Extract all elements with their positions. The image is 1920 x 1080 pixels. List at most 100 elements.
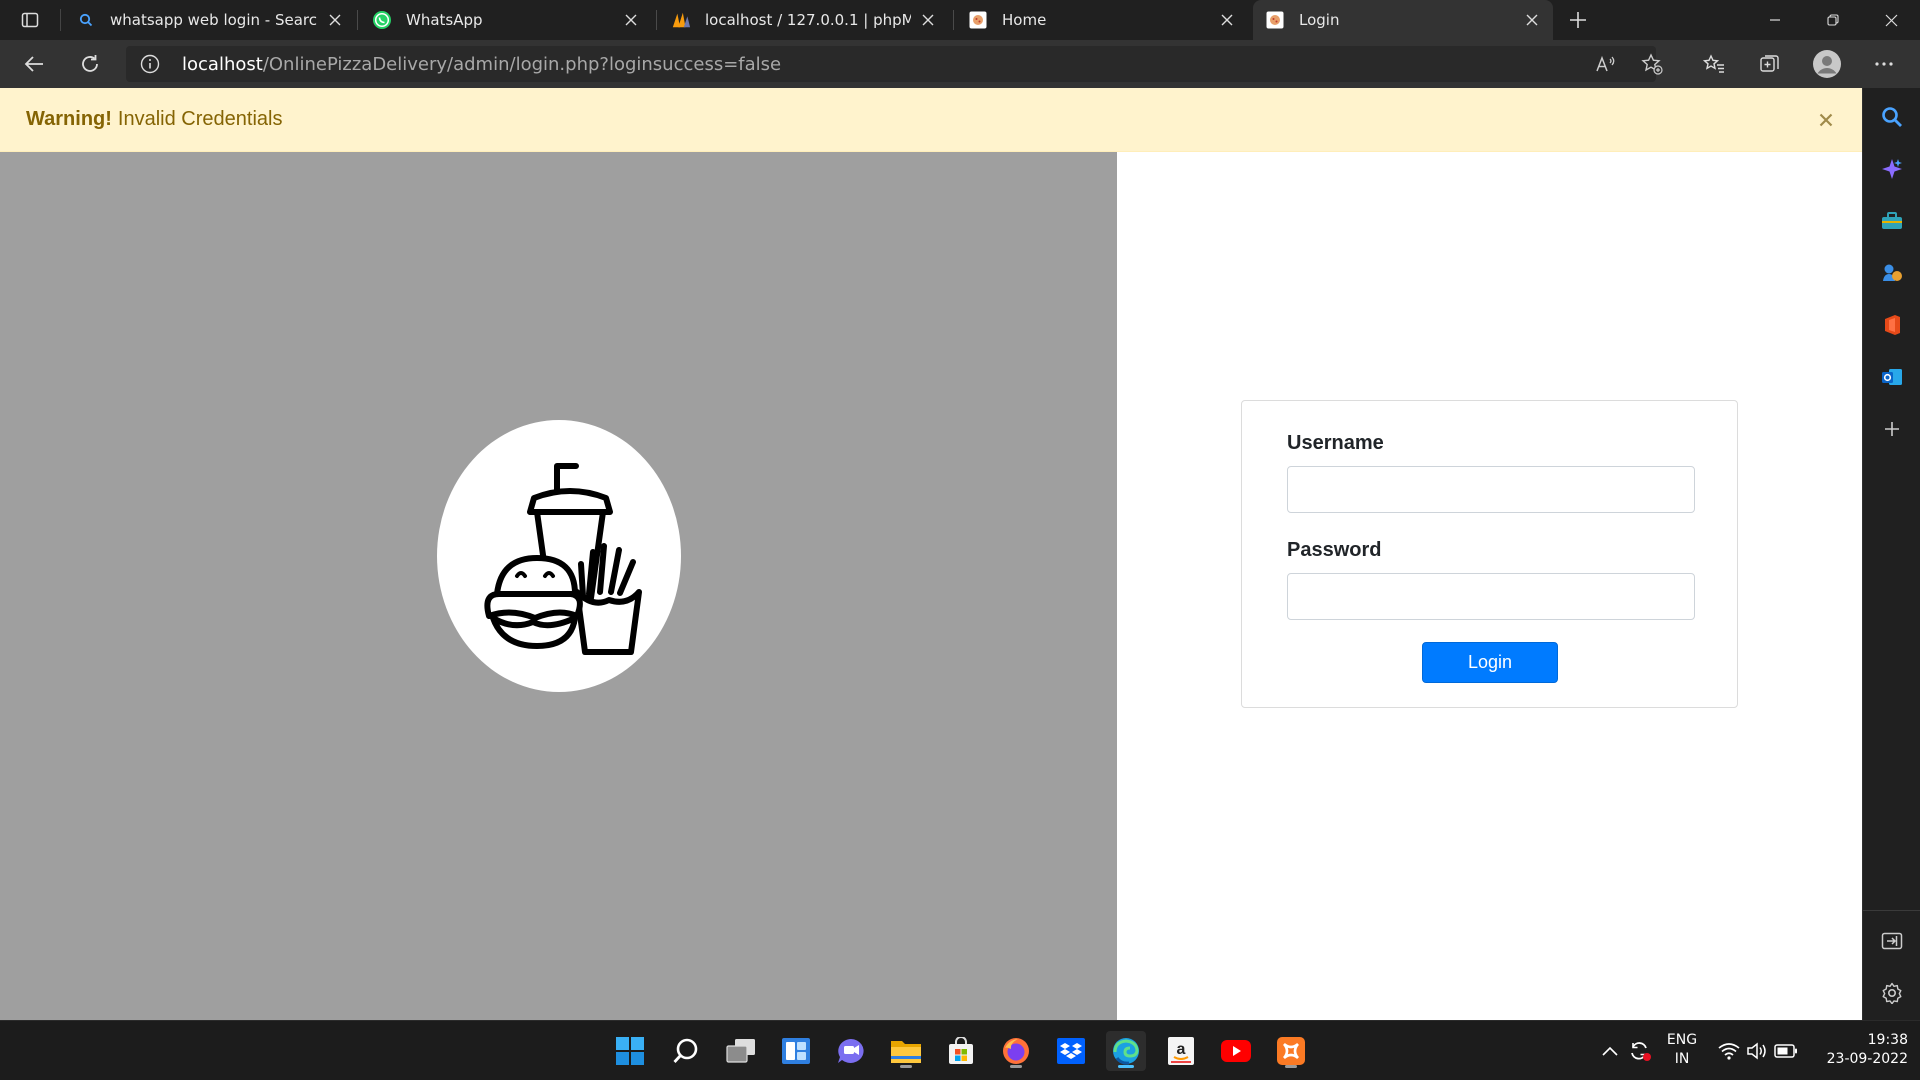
password-field[interactable] (1287, 573, 1695, 620)
taskbar-store-button[interactable] (941, 1031, 981, 1071)
widgets-icon (782, 1038, 810, 1064)
taskbar-youtube-button[interactable] (1216, 1031, 1256, 1071)
outlook-icon (1882, 369, 1902, 385)
avatar (1813, 50, 1841, 78)
refresh-button[interactable] (72, 46, 108, 82)
tab-divider (357, 10, 358, 30)
tab-login[interactable]: Login (1253, 0, 1553, 40)
sidebar-copilot-button[interactable] (1877, 154, 1907, 184)
sidebar-divider (1863, 910, 1920, 911)
taskbar-file-explorer-button[interactable] (886, 1031, 926, 1071)
taskbar-widgets-button[interactable] (776, 1031, 816, 1071)
sidebar-games-button[interactable] (1877, 258, 1907, 288)
tab-title: whatsapp web login - Search (110, 11, 318, 29)
tab-home[interactable]: Home (956, 0, 1248, 40)
pizza-site-icon (968, 10, 988, 30)
add-icon (1885, 422, 1899, 436)
more-icon (1875, 62, 1893, 66)
show-hidden-icons-button[interactable] (1598, 1021, 1622, 1080)
close-tab-icon[interactable] (622, 11, 640, 29)
chevron-up-icon (1602, 1046, 1618, 1056)
close-tab-icon[interactable] (1218, 11, 1236, 29)
new-tab-button[interactable] (1563, 5, 1593, 35)
password-label: Password (1287, 539, 1382, 561)
language-code: ENG (1666, 1032, 1698, 1048)
taskbar-edge-button[interactable] (1106, 1031, 1146, 1071)
favorites-button[interactable] (1696, 46, 1732, 82)
clock-date: 23-09-2022 (1826, 1051, 1908, 1067)
tab-actions-button[interactable] (0, 0, 60, 40)
sidebar-search-button[interactable] (1877, 102, 1907, 132)
username-field[interactable] (1287, 466, 1695, 513)
amazon-icon: a (1168, 1037, 1194, 1065)
tab-title: localhost / 127.0.0.1 | phpMyAdmin (705, 11, 911, 29)
minimize-button[interactable] (1752, 0, 1798, 40)
volume-control[interactable] (1744, 1021, 1770, 1080)
battery-icon (1774, 1044, 1797, 1058)
settings-icon (1882, 982, 1902, 1004)
tab-actions-icon (21, 12, 39, 28)
close-tab-icon[interactable] (1523, 11, 1541, 29)
taskbar-firefox-button[interactable] (996, 1031, 1036, 1071)
pizza-site-icon (1265, 10, 1285, 30)
windows-start-icon (616, 1037, 644, 1065)
microsoft-store-icon (949, 1037, 973, 1064)
star-add-icon (1641, 53, 1663, 75)
login-button[interactable]: Login (1422, 642, 1558, 683)
tab-separator (60, 9, 61, 31)
search-icon (1882, 107, 1902, 127)
phpmyadmin-icon (671, 10, 691, 30)
alert-close-button[interactable] (1811, 105, 1841, 135)
refresh-icon (82, 55, 98, 72)
system-clock[interactable]: 19:38 23-09-2022 (1808, 1031, 1908, 1069)
restore-button[interactable] (1810, 0, 1856, 40)
tab-phpmyadmin[interactable]: localhost / 127.0.0.1 | phpMyAdmin (659, 0, 949, 40)
read-aloud-button[interactable] (1588, 46, 1624, 82)
settings-menu-button[interactable] (1866, 46, 1902, 82)
battery-status[interactable] (1772, 1021, 1800, 1080)
sidebar-tools-button[interactable] (1877, 206, 1907, 236)
collections-icon (1760, 55, 1779, 72)
taskbar-xampp-button[interactable] (1271, 1031, 1311, 1071)
taskbar-amazon-button[interactable]: a (1161, 1031, 1201, 1071)
sidebar-office-button[interactable] (1877, 310, 1907, 340)
sidebar-settings-button[interactable] (1877, 978, 1907, 1008)
taskbar-chat-button[interactable] (831, 1031, 871, 1071)
read-aloud-icon (1596, 55, 1615, 72)
tab-search[interactable]: whatsapp web login - Search (64, 0, 356, 40)
tools-icon (1882, 212, 1902, 229)
close-window-button[interactable] (1868, 0, 1914, 40)
back-button[interactable] (16, 46, 52, 82)
youtube-icon (1221, 1040, 1251, 1062)
tab-divider (656, 10, 657, 30)
taskbar-search-button[interactable] (666, 1031, 706, 1071)
tab-title: WhatsApp (406, 11, 483, 29)
firefox-icon (1003, 1038, 1029, 1064)
tab-title: Home (1002, 11, 1047, 29)
close-tab-icon[interactable] (919, 11, 937, 29)
tab-whatsapp[interactable]: WhatsApp (360, 0, 652, 40)
url-host: localhost (182, 53, 263, 75)
language-indicator[interactable]: ENG IN (1658, 1031, 1706, 1069)
sync-status-button[interactable] (1626, 1021, 1654, 1080)
collections-button[interactable] (1752, 46, 1788, 82)
favorites-icon (1703, 54, 1724, 73)
close-tab-icon[interactable] (326, 11, 344, 29)
office-icon (1885, 315, 1900, 335)
taskbar-task-view-button[interactable] (721, 1031, 761, 1071)
sync-icon (1631, 1042, 1651, 1061)
sidebar-split-screen-button[interactable] (1877, 926, 1907, 956)
copilot-icon (1882, 159, 1902, 179)
plus-icon (1570, 12, 1586, 28)
address-bar[interactable]: localhost/OnlinePizzaDelivery/admin/logi… (126, 46, 1656, 82)
site-info-icon[interactable] (130, 46, 170, 82)
profile-button[interactable] (1809, 46, 1845, 82)
taskbar-start-button[interactable] (610, 1031, 650, 1071)
edge-sidebar (1862, 88, 1920, 1020)
add-favorite-button[interactable] (1634, 46, 1670, 82)
sidebar-add-button[interactable] (1877, 414, 1907, 444)
sidebar-outlook-button[interactable] (1877, 362, 1907, 392)
wifi-status[interactable] (1716, 1021, 1742, 1080)
alert-message: Invalid Credentials (117, 108, 283, 130)
taskbar-dropbox-button[interactable] (1051, 1031, 1091, 1071)
